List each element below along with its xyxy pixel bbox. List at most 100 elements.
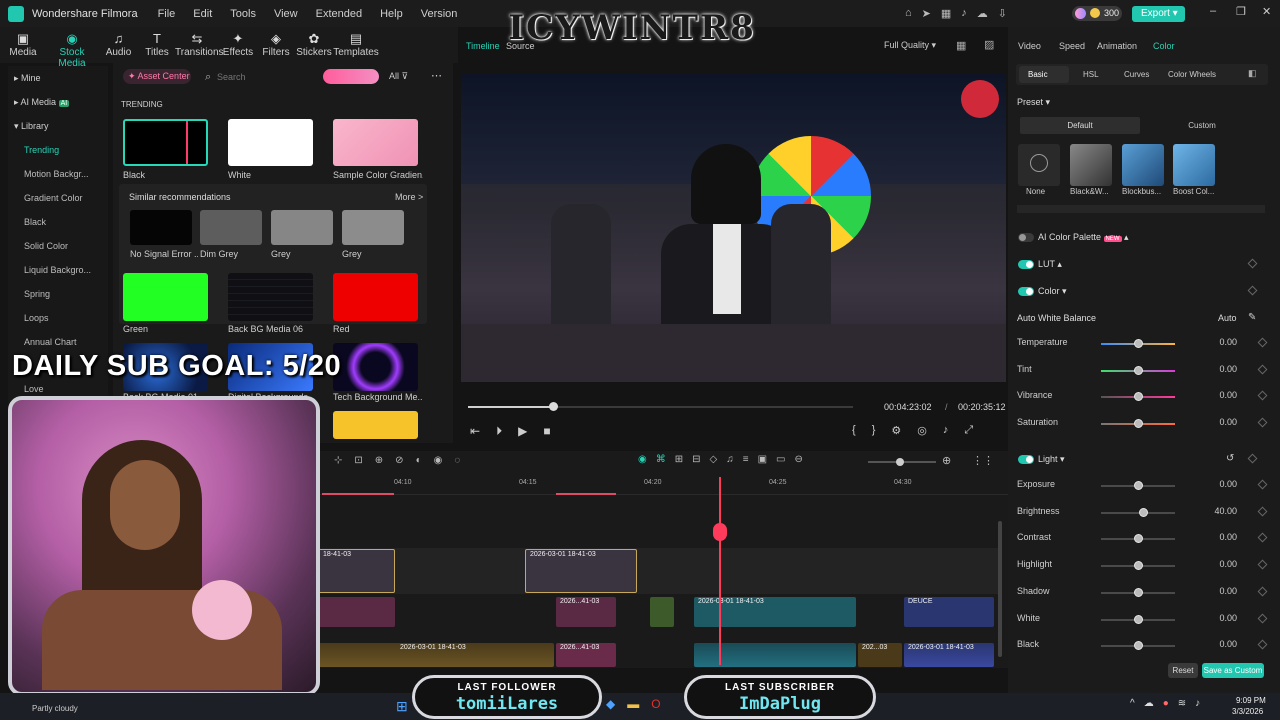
- timeline[interactable]: 04:10 04:15 04:20 04:25 04:30 18-41-03 2…: [318, 473, 1008, 668]
- light-value[interactable]: 0.00: [1197, 639, 1237, 649]
- speed-tool-icon[interactable]: ◌: [454, 455, 460, 466]
- color-value[interactable]: 0.00: [1197, 337, 1237, 347]
- gift-icon[interactable]: ⌂: [905, 7, 912, 20]
- asset-center-button[interactable]: ✦ Asset Center: [123, 69, 191, 84]
- compare-view-icon[interactable]: ◧: [1248, 68, 1257, 79]
- light-slider-knob[interactable]: [1134, 561, 1143, 571]
- bell-icon[interactable]: ♪: [961, 7, 967, 20]
- close-icon[interactable]: ✕: [1262, 5, 1271, 18]
- audio-clip-b[interactable]: 2026...41-03: [556, 643, 616, 667]
- cloud-icon[interactable]: ☁: [977, 7, 988, 20]
- nav-solid-color[interactable]: Solid Color: [8, 234, 108, 258]
- light-value[interactable]: 0.00: [1197, 559, 1237, 569]
- preset-boost-color[interactable]: [1173, 144, 1215, 186]
- menu-version[interactable]: Version: [421, 8, 458, 20]
- thumb-sample-gradient[interactable]: [333, 119, 418, 166]
- keyframe-diamond-icon[interactable]: [1257, 390, 1268, 401]
- thumb-red[interactable]: [333, 273, 418, 321]
- eyedropper-icon[interactable]: ✎: [1248, 312, 1256, 323]
- mic-tray-icon[interactable]: ●: [1163, 698, 1169, 709]
- playback-progress-track[interactable]: [468, 402, 853, 411]
- light-slider-knob[interactable]: [1134, 641, 1143, 651]
- color-value[interactable]: 0.00: [1197, 364, 1237, 374]
- mark-in-icon[interactable]: {: [852, 424, 856, 437]
- preset-tab-custom[interactable]: Custom: [1142, 117, 1262, 134]
- keyframe-diamond-icon[interactable]: [1257, 586, 1268, 597]
- menu-file[interactable]: File: [158, 8, 176, 20]
- light-slider-knob[interactable]: [1134, 534, 1143, 544]
- tab-animation[interactable]: Animation: [1097, 41, 1137, 51]
- zoom-out-icon[interactable]: ⊖: [794, 454, 802, 465]
- more-options-icon[interactable]: ⋯: [431, 69, 442, 82]
- ai-assist-icon[interactable]: ◉: [638, 454, 647, 465]
- thumb-grey-2[interactable]: [342, 210, 404, 245]
- thumb-green[interactable]: [123, 273, 208, 321]
- keyframe-diamond-icon[interactable]: [1257, 479, 1268, 490]
- filter-all-dropdown[interactable]: All ⊽: [389, 71, 408, 82]
- fullscreen-icon[interactable]: ⤢: [964, 424, 973, 437]
- keyframe-diamond-icon[interactable]: [1257, 506, 1268, 517]
- zoom-in-icon[interactable]: ⊕: [942, 454, 951, 467]
- light-value[interactable]: 0.00: [1197, 586, 1237, 596]
- light-keyframe-icon[interactable]: [1247, 453, 1258, 464]
- thumb-dim-grey[interactable]: [200, 210, 262, 245]
- nav-ai-media[interactable]: ▸ AI Media AI: [8, 90, 108, 114]
- detach-icon[interactable]: ⊟: [692, 454, 700, 465]
- color-value[interactable]: 0.00: [1197, 417, 1237, 427]
- keyframe-diamond-icon[interactable]: [1257, 364, 1268, 375]
- pip-icon[interactable]: ▣: [758, 454, 767, 465]
- video-preview[interactable]: [461, 74, 1006, 382]
- mark-out-icon[interactable]: }: [872, 424, 876, 437]
- tool-stickers[interactable]: ✿ Stickers: [295, 27, 333, 63]
- ai-palette-toggle[interactable]: [1018, 233, 1034, 242]
- nav-motion-backgrounds[interactable]: Motion Backgr...: [8, 162, 108, 186]
- thumb-no-signal[interactable]: [130, 210, 192, 245]
- clip-track2-b[interactable]: 2026...41-03: [556, 597, 616, 627]
- preset-scrollbar[interactable]: [1017, 205, 1265, 213]
- thumb-tech-background[interactable]: [333, 343, 418, 391]
- speaker-icon[interactable]: ♪: [1195, 698, 1200, 709]
- tool-filters[interactable]: ◈ Filters: [257, 27, 295, 63]
- thumb-white[interactable]: [228, 119, 313, 166]
- tool-titles[interactable]: T Titles: [139, 27, 175, 63]
- nav-liquid-backgrounds[interactable]: Liquid Backgro...: [8, 258, 108, 282]
- file-explorer-icon[interactable]: ▬: [627, 697, 639, 711]
- keyframe-diamond-icon[interactable]: [1257, 639, 1268, 650]
- nav-spring[interactable]: Spring: [8, 282, 108, 306]
- color-toggle[interactable]: [1018, 287, 1034, 296]
- preset-blockbuster[interactable]: [1122, 144, 1164, 186]
- tab-video[interactable]: Video: [1018, 41, 1041, 51]
- send-icon[interactable]: ➤: [922, 7, 931, 20]
- volume-icon[interactable]: ♪: [943, 424, 949, 437]
- copilot-icon[interactable]: ◆: [606, 697, 615, 711]
- nav-trending[interactable]: Trending: [8, 138, 108, 162]
- keyframe-diamond-icon[interactable]: [1257, 417, 1268, 428]
- zoom-tool-icon[interactable]: ⊕: [375, 455, 383, 466]
- light-slider-knob[interactable]: [1134, 614, 1143, 624]
- light-toggle[interactable]: [1018, 455, 1034, 464]
- lut-toggle[interactable]: [1018, 260, 1034, 269]
- tool-templates[interactable]: ▤ Templates: [333, 27, 379, 63]
- tab-speed[interactable]: Speed: [1059, 41, 1085, 51]
- audio-clip-e[interactable]: 2026-03-01 18-41-03: [904, 643, 994, 667]
- menu-help[interactable]: Help: [380, 8, 403, 20]
- grid-icon[interactable]: ▦: [941, 7, 951, 20]
- subtitle-icon[interactable]: ▭: [776, 454, 785, 465]
- menu-extended[interactable]: Extended: [316, 8, 362, 20]
- tool-media[interactable]: ▣ Media: [0, 27, 46, 63]
- clip-track2-a[interactable]: [318, 597, 395, 627]
- audio-clip-a[interactable]: 2026-03-01 18-41-03: [318, 643, 554, 667]
- nav-library[interactable]: ▾ Library: [8, 114, 108, 138]
- color-slider-knob[interactable]: [1134, 339, 1143, 348]
- menu-edit[interactable]: Edit: [193, 8, 212, 20]
- nav-gradient-color[interactable]: Gradient Color: [8, 186, 108, 210]
- mic-icon[interactable]: ♫: [726, 454, 734, 465]
- layout-icon[interactable]: ⋮⋮: [972, 454, 994, 467]
- keyframe-diamond-icon[interactable]: [1257, 559, 1268, 570]
- zoom-slider-knob[interactable]: [896, 458, 904, 466]
- mask-tool-icon[interactable]: ◉: [434, 455, 443, 466]
- color-tool-icon[interactable]: ◐: [416, 455, 422, 466]
- nav-black[interactable]: Black: [8, 210, 108, 234]
- color-slider-knob[interactable]: [1134, 419, 1143, 429]
- previous-frame-icon[interactable]: ⇤: [470, 424, 480, 439]
